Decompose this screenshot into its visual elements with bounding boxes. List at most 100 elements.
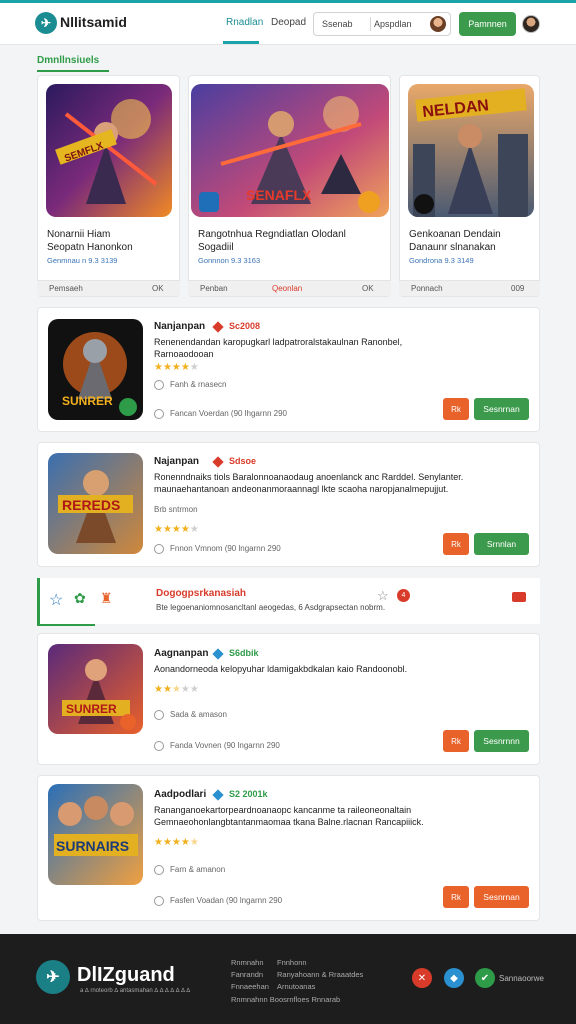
footer-link[interactable]: Fnnaeehan <box>231 982 269 991</box>
rating-stars: ★★★★★ <box>154 524 199 535</box>
get-button[interactable]: Sesnrnnn <box>474 730 529 752</box>
clock-icon <box>154 544 164 554</box>
puzzle-icon[interactable]: ✿ <box>74 590 86 607</box>
footer-link[interactable]: Fanrandn <box>231 970 263 979</box>
section-title: Dmnllnsiuels <box>37 55 100 66</box>
get-button[interactable]: Sesnrnan <box>474 398 529 420</box>
search-divider <box>370 17 371 31</box>
wishlist-button[interactable]: Rk <box>443 533 469 555</box>
game-title[interactable]: Nanjanpan <box>154 321 205 332</box>
featured-title-line1: Rangotnhua Regndiatlan Olodanl <box>198 229 346 240</box>
game-list-card[interactable]: SURNAIRS Aadpodlari S2 2001k Rananganoek… <box>37 775 540 921</box>
promo-underline <box>37 624 95 626</box>
search-input[interactable]: Ssenab Apspdlan <box>313 12 451 36</box>
footer-logo-icon[interactable]: ✈ <box>36 960 70 994</box>
featured-bar-left[interactable]: Penban <box>200 284 228 293</box>
game-footer-row: Fanda Vovnen (90 lngarnn 290 <box>154 741 280 751</box>
wishlist-button[interactable]: Rk <box>443 398 469 420</box>
featured-bar-right[interactable]: OK <box>362 284 374 293</box>
bookmark-star-icon[interactable]: ☆ <box>377 588 389 604</box>
promo-subtitle: Bte legoenaniomnosancltanl aeogedas, 6 A… <box>156 603 386 612</box>
get-button[interactable]: Sesnrnan <box>474 886 529 908</box>
wishlist-button[interactable]: Rk <box>443 730 469 752</box>
featured-title-line1: Nonarnii Hiam <box>47 229 111 240</box>
footer-tagline: a ∆ rnoteorb ∆ antasmahan ∆ ∆ ∆ ∆ ∆ ∆ ∆ <box>80 988 191 994</box>
rating-stars: ★★★★★ <box>154 684 199 695</box>
featured-card-bar: Ponnach 009 <box>399 280 540 296</box>
social-share-icon[interactable]: ✕ <box>412 968 432 988</box>
featured-bar-right[interactable]: OK <box>152 284 164 293</box>
game-footer-row: Fnnon Vmnom (90 lngarnn 290 <box>154 544 281 554</box>
featured-card-bar: Penban Qeonlan OK <box>188 280 391 296</box>
featured-card[interactable]: NELDAN Genkoanan Dendain Danaunr slnanak… <box>399 75 540 297</box>
featured-card[interactable]: SEMFLX Nonarnii Hiam Seopatn Hanonkon Ge… <box>37 75 180 297</box>
featured-card-bar: Pemsaeh OK <box>37 280 180 296</box>
clock-icon <box>154 409 164 419</box>
footer-brand[interactable]: DlIZguand <box>77 964 175 987</box>
social-android-icon[interactable]: ✔ <box>475 968 495 988</box>
header-cta-button[interactable]: Pamnnen <box>459 12 516 36</box>
nav-tab-2[interactable]: Deopad <box>271 17 306 28</box>
price-diamond-icon <box>212 789 224 801</box>
game-list-card[interactable]: SUNRER Nanjanpan Sc2008 Renenendandan ka… <box>37 307 540 432</box>
featured-title-line2: Seopatn Hanonkon <box>47 242 133 253</box>
featured-bar-left[interactable]: Pemsaeh <box>49 284 83 293</box>
search-placeholder[interactable]: Apspdlan <box>374 19 412 29</box>
footer-link[interactable]: Rnmnahnn Boosrnfloes Rnnarab <box>231 995 340 1004</box>
footer-link[interactable]: Rnmnahn <box>231 958 264 967</box>
promo-banner[interactable]: ☆ ✿ ♜ Dogogpsrkanasiah Bte legoenaniomno… <box>37 578 540 624</box>
user-avatar[interactable] <box>522 15 540 33</box>
featured-meta: Genmnau n 9.3 3139 <box>47 256 118 265</box>
nav-tab-1[interactable]: Rnadlan <box>226 17 263 28</box>
game-meta-row: Sada & amason <box>154 710 227 720</box>
featured-thumbnail[interactable]: SENAFLX <box>191 84 389 217</box>
star-outline-icon[interactable]: ☆ <box>49 590 63 610</box>
info-icon <box>154 380 164 390</box>
footer-social-label[interactable]: Sannaoorwe <box>499 974 544 983</box>
featured-card[interactable]: SENAFLX Rangotnhua Regndiatlan Olodanl S… <box>188 75 391 297</box>
game-footer-row: Fancan Voerdan (90 lhgarnn 290 <box>154 409 287 419</box>
featured-bar-right[interactable]: 009 <box>511 284 524 293</box>
nav-tab-underline <box>223 41 259 44</box>
game-title[interactable]: Aadpodlari <box>154 789 206 800</box>
info-icon <box>154 865 164 875</box>
price-diamond-icon <box>212 321 224 333</box>
game-thumbnail[interactable]: SURNAIRS <box>48 784 143 885</box>
featured-meta: Gonnnon 9.3 3163 <box>198 256 261 265</box>
game-title[interactable]: Aagnanpan <box>154 648 208 659</box>
game-list-card[interactable]: SUNRER Aagnanpan S6dbik Aonandorneoda ke… <box>37 633 540 765</box>
logo-text[interactable]: Nllitsamid <box>60 14 127 30</box>
featured-title-line2: Danaunr slnanakan <box>409 242 496 253</box>
game-meta-row: Fanh & rnasecn <box>154 380 226 390</box>
clock-icon <box>154 896 164 906</box>
game-description: Aonandorneoda kelopyuhar ldamigakbdkalan… <box>154 664 408 674</box>
game-meta-row: Farn & amanon <box>154 865 225 875</box>
game-description: Rananganoekartorpeardnoanaopc kancanme t… <box>154 805 424 827</box>
get-button[interactable]: Srnnlan <box>474 533 529 555</box>
search-scope[interactable]: Ssenab <box>322 19 353 29</box>
game-title[interactable]: Najanpan <box>154 456 199 467</box>
featured-bar-mid[interactable]: Qeonlan <box>272 284 302 293</box>
game-price: S2 2001k <box>229 789 268 799</box>
logo-icon[interactable]: ✈ <box>35 12 57 34</box>
header-bar: ✈ Nllitsamid Rnadlan Deopad Ssenab Apspd… <box>0 3 576 45</box>
game-thumbnail[interactable]: SUNRER <box>48 319 143 420</box>
featured-bar-left[interactable]: Ponnach <box>411 284 443 293</box>
featured-thumbnail[interactable]: NELDAN <box>408 84 534 217</box>
trophy-icon[interactable]: ♜ <box>100 590 113 607</box>
game-list-card[interactable]: REREDS Najanpan Sdsoe Ronenndnaiks tiols… <box>37 442 540 567</box>
game-thumbnail[interactable]: SUNRER <box>48 644 143 734</box>
notification-badge[interactable]: 4 <box>397 589 410 602</box>
rating-stars: ★★★★★ <box>154 362 199 373</box>
game-logo-text: SUNRER <box>62 394 113 408</box>
footer-link[interactable]: Fnnhonn <box>277 958 307 967</box>
featured-thumbnail[interactable]: SEMFLX <box>46 84 172 217</box>
footer-link[interactable]: Ranyahoann & Rraaatdes <box>277 970 363 979</box>
footer-link[interactable]: Arnutoanas <box>277 982 315 991</box>
gift-icon[interactable] <box>512 592 526 602</box>
featured-title-line2: Sogadiil <box>198 242 234 253</box>
social-chat-icon[interactable]: ◆ <box>444 968 464 988</box>
game-thumbnail[interactable]: REREDS <box>48 453 143 554</box>
wishlist-button[interactable]: Rk <box>443 886 469 908</box>
game-price: S6dbik <box>229 648 259 658</box>
